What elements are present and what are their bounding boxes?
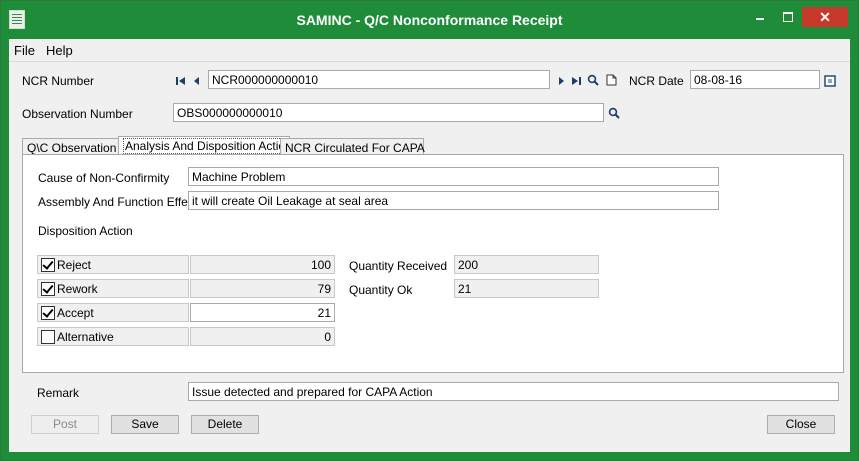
accept-qty[interactable]: 21 [190, 303, 335, 322]
calendar-icon[interactable] [824, 75, 836, 87]
new-document-icon[interactable] [605, 74, 617, 86]
qty-ok-value: 21 [454, 279, 599, 298]
effect-label: Assembly And Function Effect [38, 195, 198, 209]
minimize-icon [756, 18, 764, 20]
minimize-button[interactable] [747, 7, 773, 27]
qty-ok-label: Quantity Ok [349, 283, 413, 297]
delete-button[interactable]: Delete [191, 415, 259, 434]
rework-checkbox-row[interactable]: Rework [37, 279, 189, 298]
maximize-icon [783, 12, 793, 22]
maximize-button[interactable] [775, 7, 801, 27]
post-button[interactable]: Post [31, 415, 99, 434]
disposition-label: Disposition Action [38, 224, 133, 238]
tab-label: Q\C Observation [27, 141, 117, 155]
rework-qty: 79 [190, 279, 335, 298]
menu-file[interactable]: File [14, 43, 35, 58]
accept-label: Accept [57, 306, 94, 320]
next-record-icon[interactable] [555, 75, 567, 87]
alternative-qty: 0 [190, 327, 335, 346]
reject-qty: 100 [190, 255, 335, 274]
previous-record-icon[interactable] [191, 75, 203, 87]
qty-received-label: Quantity Received [349, 259, 448, 273]
reject-label: Reject [57, 258, 92, 272]
app-window: SAMINC - Q/C Nonconformance Receipt ✕ Fi… [0, 0, 859, 461]
alternative-checkbox[interactable] [41, 330, 55, 344]
ncr-date-input[interactable]: 08-08-16 [690, 70, 820, 89]
first-record-icon[interactable] [175, 75, 187, 87]
ncr-number-input[interactable]: NCR000000000010 [208, 70, 550, 89]
cause-input[interactable]: Machine Problem [188, 167, 719, 186]
close-button[interactable]: Close [767, 415, 835, 434]
tab-label: NCR Circulated For CAPA [285, 141, 425, 155]
last-record-icon[interactable] [570, 75, 582, 87]
observation-search-icon[interactable] [608, 107, 620, 119]
alternative-checkbox-row[interactable]: Alternative [37, 327, 189, 346]
cause-label: Cause of Non-Confirmity [38, 171, 170, 185]
observation-number-input[interactable]: OBS000000000010 [173, 103, 604, 122]
accept-checkbox-row[interactable]: Accept [37, 303, 189, 322]
remark-label: Remark [37, 386, 80, 400]
alternative-label: Alternative [57, 330, 114, 344]
rework-label: Rework [57, 282, 98, 296]
ncr-number-label: NCR Number [22, 74, 95, 88]
reject-checkbox[interactable] [41, 258, 55, 272]
ncr-date-label: NCR Date [629, 74, 684, 88]
observation-number-label: Observation Number [22, 107, 133, 121]
close-window-button[interactable]: ✕ [802, 7, 848, 27]
remark-input[interactable]: Issue detected and prepared for CAPA Act… [188, 382, 839, 401]
close-icon: ✕ [819, 9, 831, 25]
accept-checkbox[interactable] [41, 306, 55, 320]
rework-checkbox[interactable] [41, 282, 55, 296]
search-icon[interactable] [587, 74, 599, 86]
title-bar: SAMINC - Q/C Nonconformance Receipt ✕ [1, 1, 858, 39]
window-title: SAMINC - Q/C Nonconformance Receipt [296, 12, 563, 28]
reject-checkbox-row[interactable]: Reject [37, 255, 189, 274]
tab-label: Analysis And Disposition Action [123, 138, 294, 154]
menu-bar: File Help [9, 39, 850, 62]
save-button[interactable]: Save [111, 415, 179, 434]
effect-input[interactable]: it will create Oil Leakage at seal area [188, 191, 719, 210]
qty-received-value: 200 [454, 255, 599, 274]
menu-help[interactable]: Help [46, 43, 73, 58]
client-area: File Help NCR Number NCR000000000010 NCR… [9, 39, 850, 452]
